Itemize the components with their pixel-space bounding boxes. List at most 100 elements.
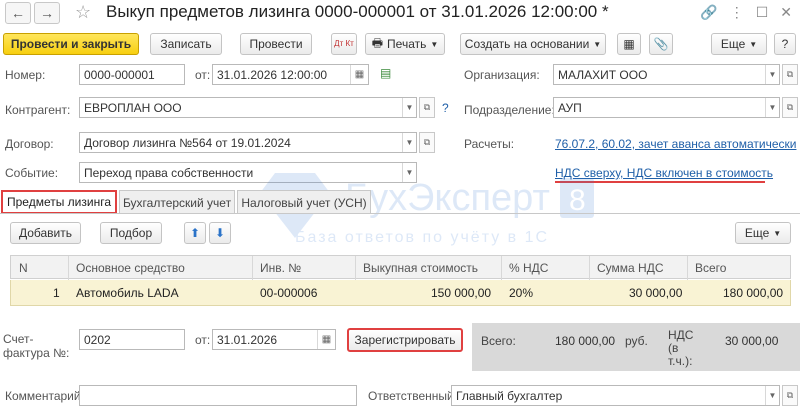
post-status-icon[interactable]: ▤ [380,66,391,80]
printer-icon: 🖶 [371,35,384,50]
column-header[interactable]: Выкупная стоимость [363,261,478,275]
row-inventory-number: 00-000006 [260,286,318,300]
move-up-button[interactable]: ⬆ [184,222,206,244]
currency-label: руб. [625,334,648,348]
row-total: 180 000,00 [723,286,784,300]
organization-open-button[interactable]: ⧉ [782,64,798,85]
chevron-down-icon[interactable]: ▼ [765,65,779,84]
more-button[interactable]: Еще ▼ [711,33,767,55]
responsible-open-button[interactable]: ⧉ [782,385,798,406]
vat-link[interactable]: НДС сверху, НДС включен в стоимость [555,166,773,180]
invoice-number-field[interactable]: 0202 [79,329,185,350]
save-button[interactable]: Записать [150,33,222,55]
back-button[interactable]: ← [5,2,31,24]
invoice-date-field[interactable]: 31.01.2026 ▦ [212,329,336,350]
division-field[interactable]: АУП ▼ [553,97,780,118]
column-header[interactable]: Инв. № [260,261,301,275]
print-button[interactable]: 🖶 Печать ▼ [365,33,445,55]
maximize-icon[interactable]: ☐ [756,4,769,21]
window-title: Выкуп предметов лизинга 0000-000001 от 3… [106,2,609,21]
event-field[interactable]: Переход права собственности ▼ [79,162,417,183]
forward-button[interactable]: → [34,2,60,24]
structure-button[interactable]: ▦ [617,33,641,55]
close-icon[interactable]: ✕ [780,4,792,21]
invoice-label: Счет-фактура №: [3,332,70,360]
column-header[interactable]: N [19,261,28,275]
row-vat-rate: 20% [509,286,534,300]
open-icon: ⧉ [786,390,794,400]
event-value: Переход права собственности [84,165,254,180]
dtkt-button[interactable]: Дт Кт [331,33,357,55]
row-redemption-cost: 150 000,00 [431,286,492,300]
vat-highlight-underline [555,181,765,183]
table-row[interactable]: 1 Автомобиль LADA 00-000006 150 000,00 2… [10,280,791,306]
window-controls: 🔗 ⋮ ☐ ✕ [700,4,792,21]
date-from-label: от: [195,68,211,82]
create-based-button[interactable]: Создать на основании ▼ [460,33,606,55]
chevron-down-icon[interactable]: ▼ [402,163,416,182]
arrow-right-icon: → [40,5,54,21]
paperclip-icon: 📎 [653,37,669,51]
date-field[interactable]: 31.01.2026 12:00:00 ▦ [212,64,369,85]
help-hint-icon[interactable]: ? [442,101,449,115]
organization-label: Организация: [464,68,540,82]
help-icon: ? [781,37,789,51]
comment-field[interactable] [79,385,357,406]
chevron-down-icon: ▼ [773,228,782,238]
number-field[interactable]: 0000-000001 [79,64,185,85]
column-header[interactable]: Всего [695,261,726,275]
responsible-field[interactable]: Главный бухгалтер ▼ [451,385,780,406]
counterparty-field[interactable]: ЕВРОПЛАН ООО ▼ [79,97,417,118]
responsible-label: Ответственный: [368,389,458,403]
tab-accounting[interactable]: Бухгалтерский учет [119,190,235,214]
chevron-down-icon: ▼ [430,39,439,49]
column-header[interactable]: Основное средство [76,261,185,275]
dtkt-icon: Дт Кт [334,39,354,48]
contract-open-button[interactable]: ⧉ [419,132,435,153]
add-button[interactable]: Добавить [10,222,81,244]
row-asset: Автомобиль LADA [76,286,179,300]
contract-label: Договор: [5,137,54,151]
print-label: Печать [387,37,427,51]
open-icon: ⧉ [423,102,431,112]
pick-button[interactable]: Подбор [100,222,162,244]
contract-field[interactable]: Договор лизинга №564 от 19.01.2024 ▼ [79,132,417,153]
arrow-up-icon: ⬆ [189,226,201,240]
link-icon[interactable]: 🔗 [700,4,717,21]
division-label: Подразделение: [464,103,555,117]
move-down-button[interactable]: ⬇ [209,222,231,244]
post-button[interactable]: Провести [240,33,312,55]
open-icon: ⧉ [786,102,794,112]
post-and-close-button[interactable]: Провести и закрыть [3,33,139,55]
settlements-link[interactable]: 76.07.2, 60.02, зачет аванса автоматичес… [555,137,796,151]
chevron-down-icon[interactable]: ▼ [765,98,779,117]
register-button[interactable]: Зарегистрировать [347,328,463,352]
arrow-down-icon: ⬇ [214,226,226,240]
calendar-icon[interactable]: ▦ [350,65,368,84]
chevron-down-icon[interactable]: ▼ [402,133,416,152]
more-vertical-icon[interactable]: ⋮ [730,4,744,21]
counterparty-open-button[interactable]: ⧉ [419,97,435,118]
vat-total-value: 30 000,00 [725,334,779,348]
chevron-down-icon[interactable]: ▼ [765,386,779,405]
chevron-down-icon[interactable]: ▼ [402,98,416,117]
more-label: Еще [720,37,746,51]
number-label: Номер: [5,68,46,82]
column-header[interactable]: Сумма НДС [597,261,664,275]
watermark-badge [560,178,594,218]
tab-tax-accounting[interactable]: Налоговый учет (УСН) [237,190,371,214]
help-button[interactable]: ? [774,33,796,55]
calendar-icon[interactable]: ▦ [317,330,335,349]
document-structure-icon: ▦ [623,37,635,51]
counterparty-label: Контрагент: [5,103,71,117]
organization-field[interactable]: МАЛАХИТ ООО ▼ [553,64,780,85]
table-header: N Основное средство Инв. № Выкупная стои… [10,255,791,280]
favorite-star-icon[interactable]: ☆ [75,2,91,23]
division-open-button[interactable]: ⧉ [782,97,798,118]
responsible-value: Главный бухгалтер [456,388,563,403]
table-more-button[interactable]: Еще ▼ [735,222,791,244]
column-header[interactable]: % НДС [509,261,548,275]
attach-button[interactable]: 📎 [649,33,673,55]
event-label: Событие: [5,166,59,180]
tab-leasing-items[interactable]: Предметы лизинга [1,190,117,214]
